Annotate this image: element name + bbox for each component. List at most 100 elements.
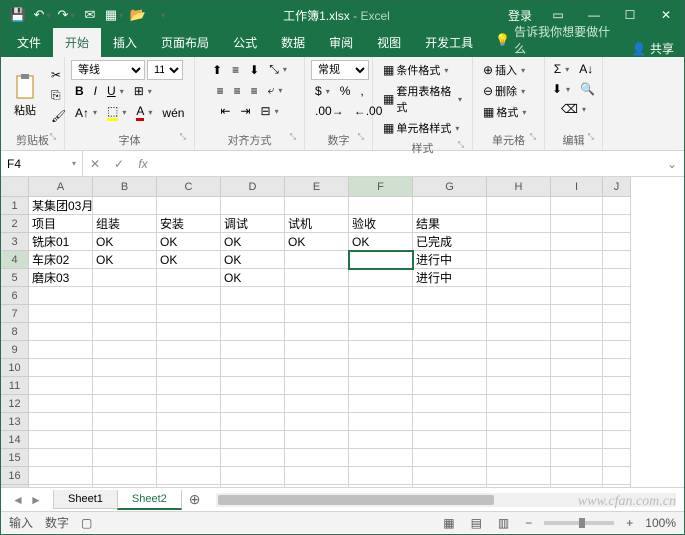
- row-head-1[interactable]: 1: [1, 197, 29, 215]
- tab-formulas[interactable]: 公式: [221, 28, 269, 57]
- cell-J2[interactable]: [603, 215, 631, 233]
- col-head-F[interactable]: F: [349, 177, 413, 197]
- cell-B3[interactable]: OK: [93, 233, 157, 251]
- cell-H11[interactable]: [487, 377, 551, 395]
- cell-J1[interactable]: [603, 197, 631, 215]
- cell-I3[interactable]: [551, 233, 603, 251]
- cell-D12[interactable]: [221, 395, 285, 413]
- fill-icon[interactable]: ⬇: [548, 80, 574, 98]
- cell-I10[interactable]: [551, 359, 603, 377]
- cell-A3[interactable]: 铣床01: [29, 233, 93, 251]
- cell-G16[interactable]: [413, 467, 487, 485]
- cell-J8[interactable]: [603, 323, 631, 341]
- row-head-8[interactable]: 8: [1, 323, 29, 341]
- font-size-select[interactable]: 11: [147, 60, 183, 80]
- cell-E13[interactable]: [285, 413, 349, 431]
- italic-button[interactable]: I: [90, 82, 101, 100]
- format-cells-button[interactable]: ▦ 格式: [479, 102, 538, 122]
- cell-E5[interactable]: [285, 269, 349, 287]
- cell-B1[interactable]: [93, 197, 157, 215]
- row-head-2[interactable]: 2: [1, 215, 29, 233]
- row-head-15[interactable]: 15: [1, 449, 29, 467]
- comma-icon[interactable]: ,: [356, 82, 367, 100]
- cell-J14[interactable]: [603, 431, 631, 449]
- cell-E16[interactable]: [285, 467, 349, 485]
- number-format-select[interactable]: 常规: [311, 60, 369, 80]
- cell-H13[interactable]: [487, 413, 551, 431]
- cell-J13[interactable]: [603, 413, 631, 431]
- cell-style-button[interactable]: ▦ 单元格样式: [379, 118, 466, 138]
- percent-icon[interactable]: %: [336, 82, 355, 100]
- cell-F6[interactable]: [349, 287, 413, 305]
- tab-file[interactable]: 文件: [5, 28, 53, 57]
- cell-H14[interactable]: [487, 431, 551, 449]
- cond-format-button[interactable]: ▦ 条件格式: [379, 60, 466, 80]
- cell-H1[interactable]: [487, 197, 551, 215]
- col-head-E[interactable]: E: [285, 177, 349, 197]
- cell-F2[interactable]: 验收: [349, 215, 413, 233]
- cell-F14[interactable]: [349, 431, 413, 449]
- cell-G7[interactable]: [413, 305, 487, 323]
- row-head-9[interactable]: 9: [1, 341, 29, 359]
- row-head-10[interactable]: 10: [1, 359, 29, 377]
- cell-J12[interactable]: [603, 395, 631, 413]
- cell-G2[interactable]: 结果: [413, 215, 487, 233]
- cell-A17[interactable]: [29, 485, 93, 487]
- cell-F5[interactable]: [349, 269, 413, 287]
- cell-H9[interactable]: [487, 341, 551, 359]
- cell-I16[interactable]: [551, 467, 603, 485]
- cell-H2[interactable]: [487, 215, 551, 233]
- cell-A9[interactable]: [29, 341, 93, 359]
- wrap-text-icon[interactable]: ⤶: [264, 81, 287, 100]
- cell-C7[interactable]: [157, 305, 221, 323]
- cell-B9[interactable]: [93, 341, 157, 359]
- cell-J15[interactable]: [603, 449, 631, 467]
- cell-J7[interactable]: [603, 305, 631, 323]
- cell-A14[interactable]: [29, 431, 93, 449]
- close-icon[interactable]: ✕: [648, 1, 684, 29]
- view-pagebreak-icon[interactable]: ▥: [494, 514, 513, 532]
- cell-H4[interactable]: [487, 251, 551, 269]
- font-name-select[interactable]: 等线: [71, 60, 145, 80]
- zoom-slider[interactable]: [544, 521, 614, 525]
- cell-B12[interactable]: [93, 395, 157, 413]
- view-normal-icon[interactable]: ▦: [439, 514, 458, 532]
- cell-E8[interactable]: [285, 323, 349, 341]
- cell-D17[interactable]: [221, 485, 285, 487]
- autosum-icon[interactable]: Σ: [550, 60, 573, 78]
- bold-button[interactable]: B: [71, 82, 88, 100]
- cell-D16[interactable]: [221, 467, 285, 485]
- cell-F15[interactable]: [349, 449, 413, 467]
- cell-J16[interactable]: [603, 467, 631, 485]
- cell-B4[interactable]: OK: [93, 251, 157, 269]
- login-link[interactable]: 登录: [500, 7, 540, 24]
- increase-decimal-icon[interactable]: .00→: [311, 102, 348, 120]
- cell-G5[interactable]: 进行中: [413, 269, 487, 287]
- col-head-A[interactable]: A: [29, 177, 93, 197]
- cell-D10[interactable]: [221, 359, 285, 377]
- table-format-button[interactable]: ▦ 套用表格格式: [379, 81, 466, 117]
- row-head-11[interactable]: 11: [1, 377, 29, 395]
- row-head-6[interactable]: 6: [1, 287, 29, 305]
- cell-G11[interactable]: [413, 377, 487, 395]
- cell-H8[interactable]: [487, 323, 551, 341]
- tab-review[interactable]: 审阅: [317, 28, 365, 57]
- cell-H17[interactable]: [487, 485, 551, 487]
- cell-I12[interactable]: [551, 395, 603, 413]
- cell-A8[interactable]: [29, 323, 93, 341]
- cell-B5[interactable]: [93, 269, 157, 287]
- row-head-13[interactable]: 13: [1, 413, 29, 431]
- cell-F13[interactable]: [349, 413, 413, 431]
- cell-I5[interactable]: [551, 269, 603, 287]
- col-head-H[interactable]: H: [487, 177, 551, 197]
- cell-C6[interactable]: [157, 287, 221, 305]
- cell-D6[interactable]: [221, 287, 285, 305]
- align-top-icon[interactable]: ⬆: [208, 61, 226, 79]
- cell-A1[interactable]: 某集团03月设备安装调试计划表: [29, 197, 93, 215]
- share-button[interactable]: 👤 共享: [622, 40, 684, 57]
- cell-B16[interactable]: [93, 467, 157, 485]
- cell-F12[interactable]: [349, 395, 413, 413]
- cell-F9[interactable]: [349, 341, 413, 359]
- delete-cells-button[interactable]: ⊖ 删除: [479, 81, 538, 101]
- fill-color-button[interactable]: ⬚: [103, 102, 130, 123]
